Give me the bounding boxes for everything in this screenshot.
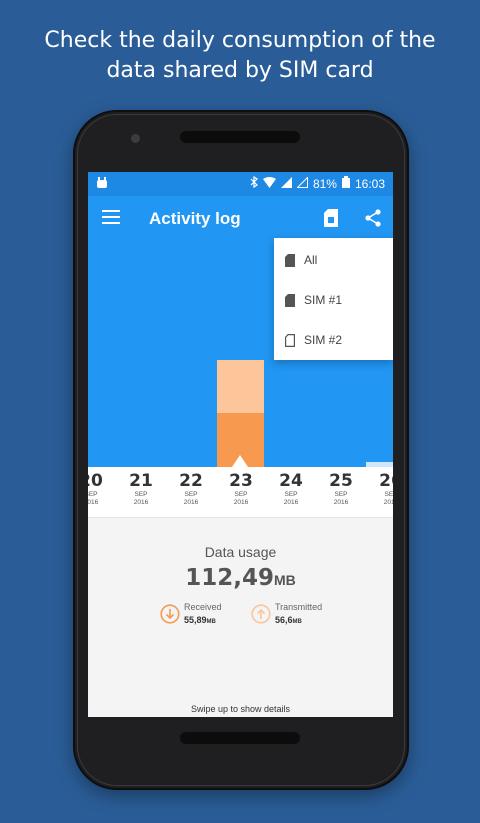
promo-headline: Check the daily consumption of the data … (0, 26, 480, 86)
headline-line-2: data shared by SIM card (106, 58, 374, 83)
date-item[interactable]: 21 SEP 2016 (121, 471, 161, 507)
battery-icon (341, 176, 350, 192)
hamburger-menu-icon[interactable] (102, 210, 120, 226)
selected-date-pointer (232, 455, 248, 467)
received-label: Received (184, 602, 222, 612)
share-icon[interactable] (364, 209, 382, 227)
usage-title: Data usage (204, 544, 277, 560)
sim-filled-icon (285, 253, 295, 267)
wifi-icon (262, 176, 276, 192)
sim-card-icon[interactable] (324, 209, 338, 227)
date-item[interactable]: 25 SEP 2016 (321, 471, 361, 507)
usage-total: 112,49MB (88, 565, 393, 591)
download-arrow-icon (160, 604, 180, 624)
usage-total-unit: MB (273, 572, 296, 588)
usage-total-value: 112,49 (185, 565, 274, 591)
bar-transmitted (217, 360, 264, 413)
usage-summary: Data usage 112,49MB Received 55,89MB Tra… (88, 518, 393, 717)
bluetooth-icon (250, 175, 258, 192)
sim-menu-item-sim1[interactable]: SIM #1 (274, 280, 393, 320)
date-item[interactable]: 20 SEP 2016 (88, 471, 111, 507)
bottom-speaker (180, 732, 300, 744)
battery-percent: 81% (312, 177, 337, 191)
date-item[interactable]: 24 SEP 2016 (271, 471, 311, 507)
date-item-selected[interactable]: 23 SEP 2016 (221, 471, 261, 507)
sim-menu-item-all[interactable]: All (274, 240, 393, 280)
sim-menu-item-label: SIM #1 (304, 293, 343, 307)
transmitted-label: Transmitted (275, 602, 323, 612)
app-screen: 81% 16:03 Activity log All SIM #1 SIM #2… (88, 172, 393, 717)
date-item[interactable]: 26 SEP 2016 (371, 471, 393, 507)
front-camera (131, 134, 140, 143)
android-notification-icon (96, 177, 108, 192)
sim-menu-item-label: All (304, 253, 318, 267)
date-strip[interactable]: 20 SEP 2016 21 SEP 2016 22 SEP 2016 23 S… (88, 467, 393, 517)
sim-filled-icon (285, 293, 295, 307)
signal-icon (280, 176, 292, 192)
page-title: Activity log (149, 209, 241, 228)
transmitted-value: 56,6MB (275, 615, 302, 625)
upload-arrow-icon (251, 604, 271, 624)
headline-line-1: Check the daily consumption of the (44, 28, 436, 53)
signal-secondary-icon (296, 176, 308, 192)
clock: 16:03 (354, 177, 385, 191)
sim-filter-menu: All SIM #1 SIM #2 (274, 238, 393, 360)
top-speaker (180, 131, 300, 143)
sim-menu-item-sim2[interactable]: SIM #2 (274, 320, 393, 360)
sim-menu-item-label: SIM #2 (304, 333, 343, 347)
swipe-up-hint[interactable]: Swipe up to show details (88, 704, 393, 714)
received-value: 55,89MB (184, 615, 216, 625)
status-bar: 81% 16:03 (88, 172, 393, 196)
date-item[interactable]: 22 SEP 2016 (171, 471, 211, 507)
app-bar: Activity log (88, 196, 393, 244)
sim-outline-icon (285, 333, 295, 347)
